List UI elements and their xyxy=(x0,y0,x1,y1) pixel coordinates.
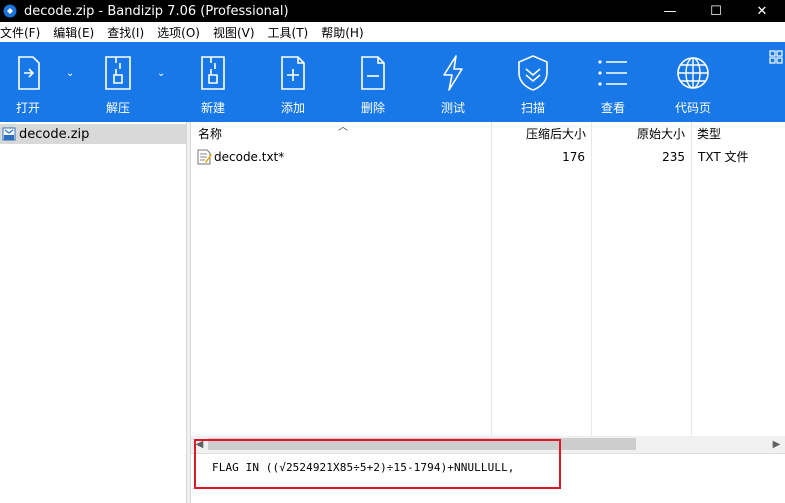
column-compressed-size[interactable]: 压缩后大小 xyxy=(526,122,586,146)
folder-tree: decode.zip xyxy=(0,122,188,503)
toolbar: 打开 ⌄ 解压 ⌄ 新建 添加 删除 测试 扫描 查看 代码页 xyxy=(0,42,785,122)
test-button[interactable]: 测试 xyxy=(425,42,481,122)
menu-help[interactable]: 帮助(H) xyxy=(321,24,368,41)
menu-file[interactable]: 文件(F) xyxy=(0,24,45,41)
open-label: 打开 xyxy=(15,101,40,115)
tree-archive-label: decode.zip xyxy=(19,126,90,142)
row-original-size: 235 xyxy=(662,150,685,164)
chevron-down-icon: ⌄ xyxy=(66,68,75,79)
scan-label: 扫描 xyxy=(520,101,545,115)
open-archive-icon xyxy=(18,56,40,90)
delete-button[interactable]: 删除 xyxy=(345,42,401,122)
new-archive-button[interactable]: 新建 xyxy=(185,42,241,122)
test-lightning-icon xyxy=(443,55,463,91)
row-compressed-size: 176 xyxy=(562,150,585,164)
menu-options[interactable]: 选项(O) xyxy=(157,24,205,41)
zip-archive-icon xyxy=(2,127,16,141)
menu-bar: 文件(F) 编辑(E) 查找(I) 选项(O) 视图(V) 工具(T) 帮助(H… xyxy=(0,22,785,42)
scroll-right-icon[interactable]: ▶ xyxy=(768,436,785,453)
table-row[interactable]: decode.txt* 176 235 TXT 文件 xyxy=(191,147,785,167)
menu-tools[interactable]: 工具(T) xyxy=(268,24,314,41)
menu-edit[interactable]: 编辑(E) xyxy=(53,24,99,41)
scan-shield-icon xyxy=(518,55,548,91)
bandizip-app-icon xyxy=(2,3,18,19)
codepage-label: 代码页 xyxy=(674,101,711,115)
column-divider xyxy=(491,122,492,436)
delete-label: 删除 xyxy=(360,101,385,115)
codepage-globe-icon xyxy=(677,57,709,89)
menu-find[interactable]: 查找(I) xyxy=(107,24,149,41)
codepage-button[interactable]: 代码页 xyxy=(665,42,721,122)
extract-label: 解压 xyxy=(105,101,130,115)
highlight-box xyxy=(194,439,561,489)
layout-grid-icon[interactable] xyxy=(769,50,783,64)
column-divider xyxy=(691,122,692,436)
delete-file-icon xyxy=(361,56,385,90)
add-file-icon xyxy=(281,56,305,90)
row-file-type: TXT 文件 xyxy=(698,150,749,164)
column-original-size[interactable]: 原始大小 xyxy=(637,122,685,146)
file-list: 名称 ︿ 压缩后大小 原始大小 类型 decode.txt* 176 235 T… xyxy=(191,122,785,436)
add-label: 添加 xyxy=(280,101,305,115)
view-label: 查看 xyxy=(600,101,625,115)
extract-button[interactable]: 解压 xyxy=(90,42,146,122)
minimize-button[interactable]: — xyxy=(647,0,693,22)
list-header: 名称 ︿ 压缩后大小 原始大小 类型 xyxy=(191,122,785,146)
view-button[interactable]: 查看 xyxy=(585,42,641,122)
text-file-icon xyxy=(197,149,212,165)
chevron-down-icon: ⌄ xyxy=(157,68,166,79)
open-dropdown[interactable]: ⌄ xyxy=(66,42,78,122)
open-button[interactable]: 打开 xyxy=(0,42,56,122)
tree-item-archive[interactable]: decode.zip xyxy=(0,124,186,144)
maximize-button[interactable]: ☐ xyxy=(693,0,739,22)
test-label: 测试 xyxy=(440,101,465,115)
add-button[interactable]: 添加 xyxy=(265,42,321,122)
new-label: 新建 xyxy=(200,101,225,115)
scan-button[interactable]: 扫描 xyxy=(505,42,561,122)
new-archive-icon xyxy=(201,56,225,90)
row-file-name: decode.txt* xyxy=(214,150,285,164)
column-divider xyxy=(591,122,592,436)
sort-ascending-icon: ︿ xyxy=(338,122,348,133)
menu-view[interactable]: 视图(V) xyxy=(213,24,260,41)
title-bar: decode.zip - Bandizip 7.06 (Professional… xyxy=(0,0,785,22)
extract-icon xyxy=(105,56,131,90)
column-type[interactable]: 类型 xyxy=(697,122,721,146)
column-name[interactable]: 名称 xyxy=(198,122,222,146)
view-list-icon xyxy=(598,60,627,86)
extract-dropdown[interactable]: ⌄ xyxy=(157,42,169,122)
close-button[interactable]: ✕ xyxy=(739,0,785,22)
window-title: decode.zip - Bandizip 7.06 (Professional… xyxy=(24,3,289,19)
